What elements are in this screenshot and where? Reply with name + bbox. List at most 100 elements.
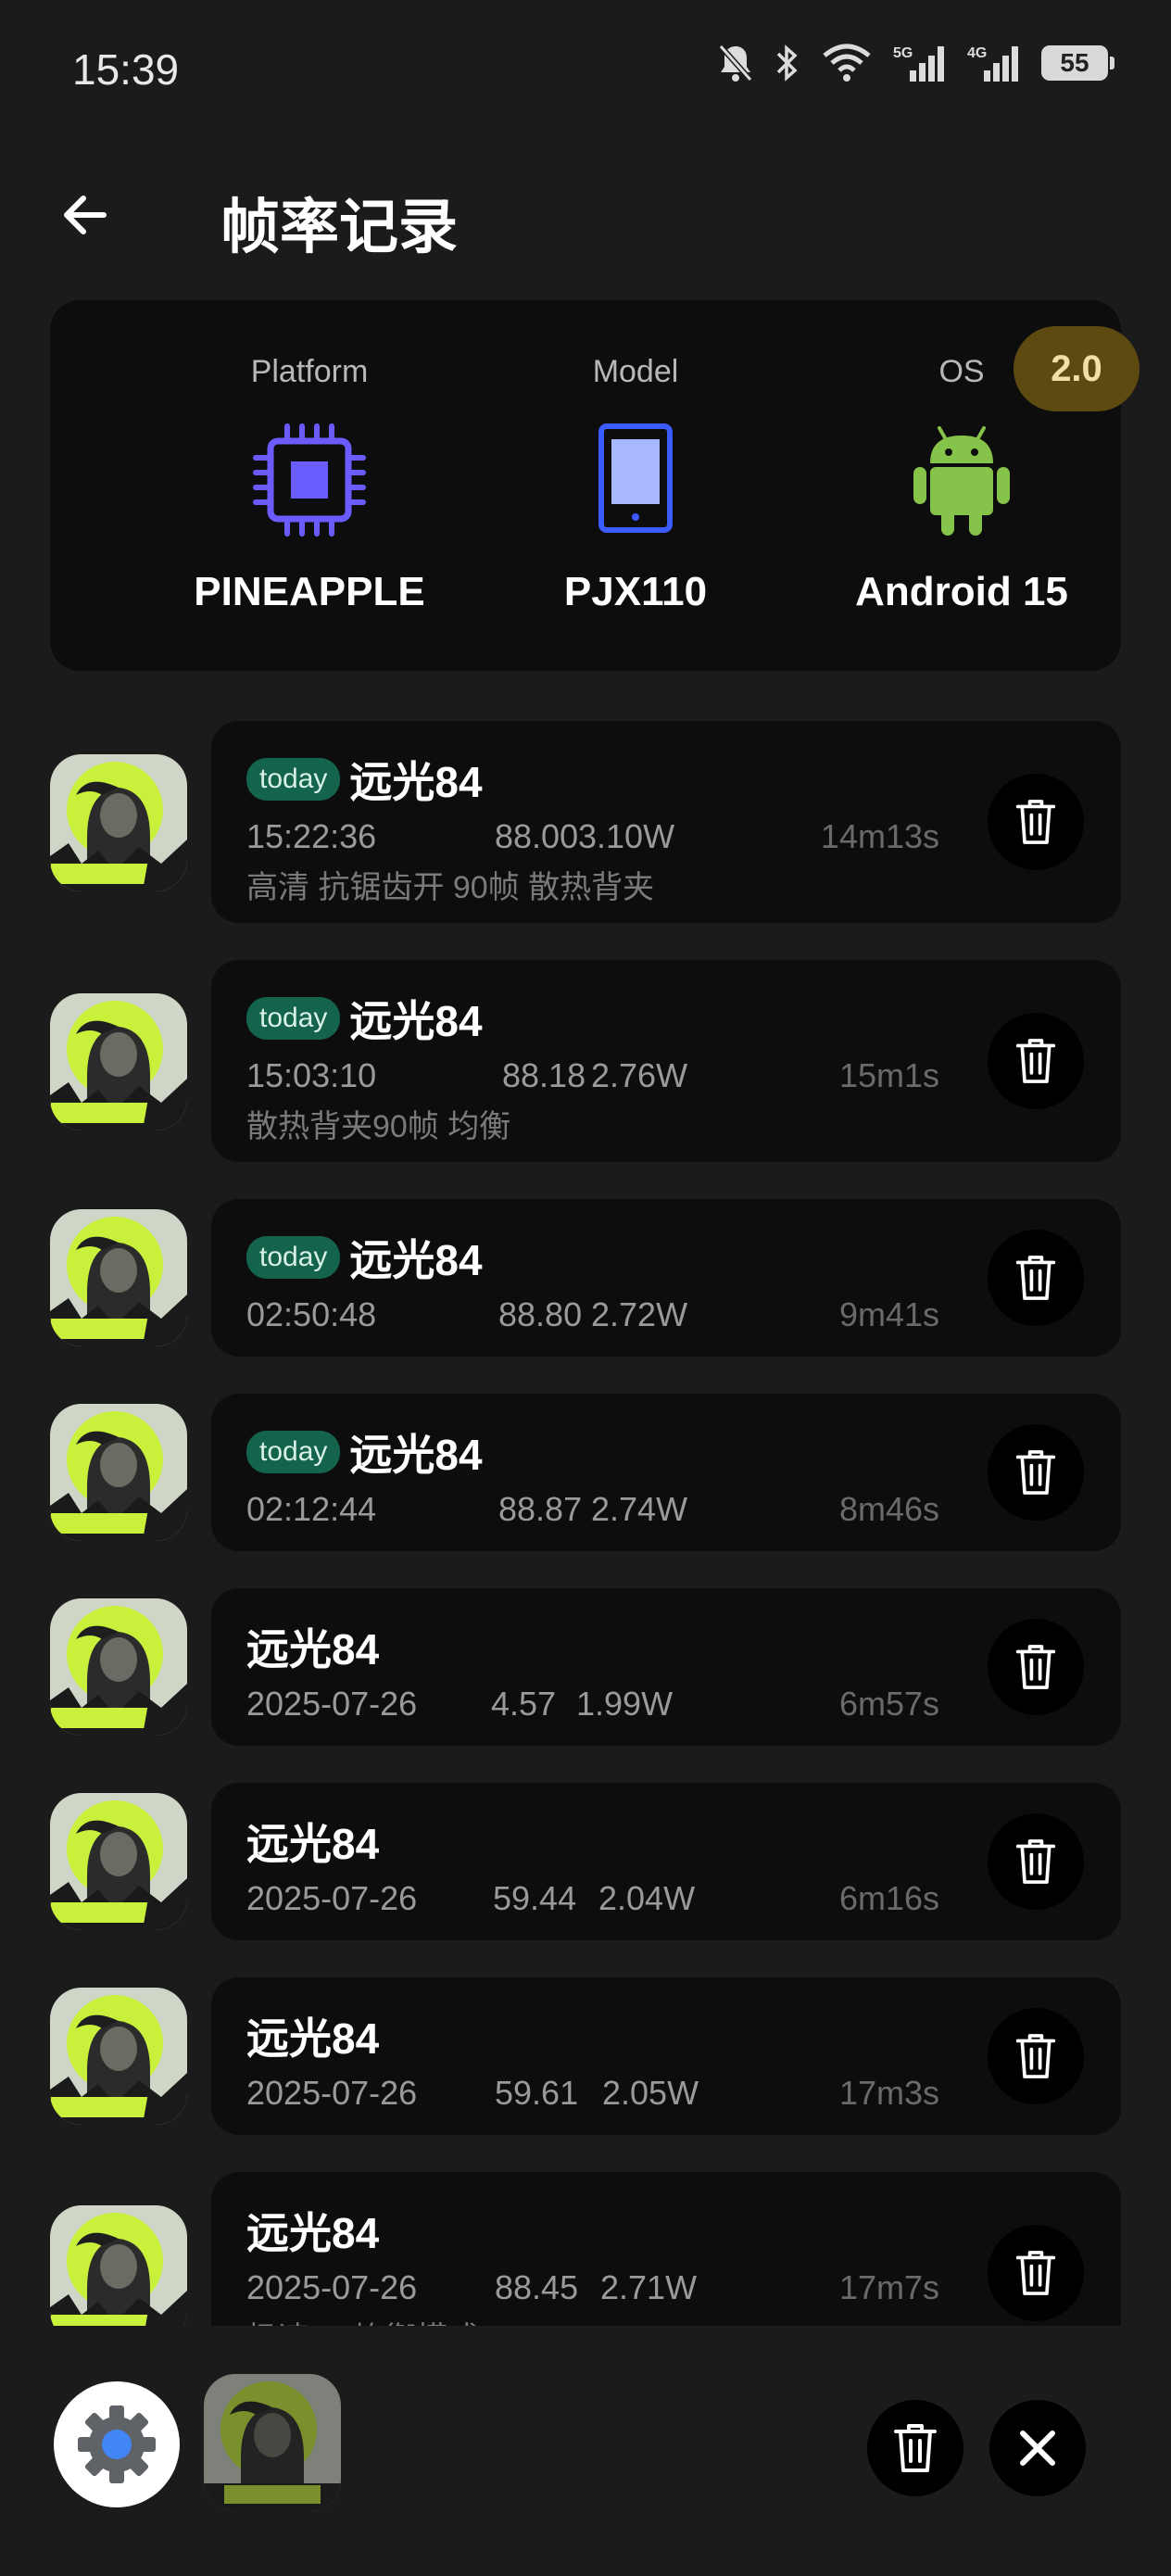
- game-character-icon: [50, 1404, 187, 1541]
- bottom-bar: [0, 2326, 1171, 2576]
- game-character-icon: [50, 993, 187, 1130]
- game-character-icon: [204, 2374, 341, 2511]
- status-time: 15:39: [72, 45, 180, 94]
- record-card[interactable]: today 远光84 15:22:36 88.00 3.10W 14m13s 高清 抗锯齿开…: [211, 721, 1121, 923]
- wifi-icon: [821, 43, 873, 83]
- mute-bell-icon: [717, 43, 754, 83]
- platform-label: Platform: [250, 354, 369, 389]
- record-power: 2.04W: [598, 1879, 696, 1917]
- record-card[interactable]: 远光84 2025-07-26 4.57 1.99W 6m57s: [211, 1588, 1121, 1746]
- record-power: 2.72W: [591, 1295, 688, 1333]
- record-row[interactable]: today 远光84 15:03:10 88.18 2.76W 15m1s 散热背夹90帧 …: [0, 960, 1171, 1162]
- today-badge: today: [246, 758, 341, 801]
- trash-icon: [1015, 1039, 1056, 1083]
- trash-icon: [1015, 1645, 1056, 1689]
- record-time: 2025-07-26: [246, 1685, 418, 1723]
- record-duration: 17m3s: [838, 2074, 939, 2112]
- record-row[interactable]: 远光84 2025-07-26 59.44 2.04W 6m16s: [0, 1783, 1171, 1940]
- delete-record-button[interactable]: [988, 1424, 1084, 1521]
- signal-4g-icon: 4G: [967, 43, 1021, 83]
- record-fps: 88.80: [498, 1295, 583, 1333]
- record-duration: 8m46s: [838, 1490, 939, 1528]
- delete-record-button[interactable]: [988, 2008, 1084, 2104]
- record-time: 02:12:44: [246, 1490, 377, 1528]
- gear-icon: [78, 2406, 156, 2483]
- record-fps: 88.18: [502, 1056, 586, 1094]
- game-app-icon[interactable]: [204, 2374, 341, 2511]
- settings-button[interactable]: [54, 2381, 180, 2507]
- record-row[interactable]: 远光84 2025-07-26 59.61 2.05W 17m3s: [0, 1977, 1171, 2135]
- os-value: Android 15: [855, 569, 1068, 614]
- record-fps: 59.61: [495, 2074, 579, 2112]
- record-power: 2.76W: [591, 1056, 688, 1094]
- game-name: 远光84: [246, 1625, 380, 1673]
- trash-icon: [1015, 2251, 1056, 2295]
- trash-icon: [1015, 1256, 1056, 1300]
- record-title: today 远光84: [246, 749, 483, 810]
- trash-icon: [1015, 1450, 1056, 1495]
- phone-icon: [576, 421, 695, 544]
- game-app-icon: [50, 1209, 187, 1346]
- game-app-icon: [50, 993, 187, 1130]
- signal-4g-label: 4G: [967, 45, 987, 61]
- record-time: 02:50:48: [246, 1295, 377, 1333]
- model-value: PJX110: [563, 569, 708, 614]
- delete-record-button[interactable]: [988, 1619, 1084, 1715]
- record-row[interactable]: today 远光84 15:22:36 88.00 3.10W 14m13s 高清 抗锯齿开…: [0, 721, 1171, 923]
- record-card[interactable]: 远光84 2025-07-26 59.44 2.04W 6m16s: [211, 1783, 1121, 1940]
- record-list[interactable]: today 远光84 15:22:36 88.00 3.10W 14m13s 高清 抗锯齿开…: [0, 721, 1171, 2326]
- record-title: today 远光84: [246, 1227, 483, 1288]
- record-fps: 88.00: [495, 817, 579, 855]
- record-card[interactable]: today 远光84 02:12:44 88.87 2.74W 8m46s: [211, 1394, 1121, 1551]
- delete-all-button[interactable]: [867, 2400, 963, 2496]
- record-note: 散热背夹90帧 均衡: [246, 1109, 511, 1144]
- record-time: 2025-07-26: [246, 2268, 418, 2306]
- record-duration: 9m41s: [838, 1295, 939, 1333]
- record-card[interactable]: today 远光84 15:03:10 88.18 2.76W 15m1s 散热背夹90帧 …: [211, 960, 1121, 1162]
- record-title: 远光84: [246, 2200, 379, 2261]
- record-card[interactable]: today 远光84 02:50:48 88.80 2.72W 9m41s: [211, 1199, 1121, 1357]
- game-name: 远光84: [246, 1820, 380, 1868]
- close-button[interactable]: [989, 2400, 1086, 2496]
- delete-record-button[interactable]: [988, 1813, 1084, 1910]
- trash-icon: [1015, 800, 1056, 844]
- device-info-card: Platform PINEAPPLE Model PJX110 OS Andro…: [50, 300, 1121, 671]
- delete-record-button[interactable]: [988, 1013, 1084, 1109]
- record-row[interactable]: today 远光84 02:50:48 88.80 2.72W 9m41s: [0, 1199, 1171, 1357]
- record-time: 15:22:36: [246, 817, 377, 855]
- record-time: 15:03:10: [246, 1056, 377, 1094]
- game-character-icon: [50, 754, 187, 891]
- model-label: Model: [592, 354, 679, 389]
- record-title: 远光84: [246, 1811, 379, 1872]
- record-note: 高清 抗锯齿开 90帧 散热背夹: [246, 870, 655, 905]
- game-name: 远光84: [349, 1431, 483, 1479]
- game-character-icon: [50, 1598, 187, 1736]
- record-power: 3.10W: [578, 817, 675, 855]
- record-row[interactable]: 远光84 2025-07-26 88.45 2.71W 17m7s 极速90 均衡模式: [0, 2172, 1171, 2326]
- record-card[interactable]: 远光84 2025-07-26 59.61 2.05W 17m3s: [211, 1977, 1121, 2135]
- game-character-icon: [50, 1988, 187, 2125]
- record-fps: 88.87: [498, 1490, 583, 1528]
- signal-5g-label: 5G: [893, 45, 913, 61]
- status-icons: 5G 4G 55: [717, 43, 1114, 83]
- status-bar: 15:39 5G 4G 55: [0, 0, 1171, 139]
- record-card[interactable]: 远光84 2025-07-26 88.45 2.71W 17m7s 极速90 均衡模式: [211, 2172, 1121, 2326]
- record-duration: 14m13s: [820, 817, 939, 855]
- record-duration: 6m16s: [838, 1879, 939, 1917]
- back-button[interactable]: [48, 178, 122, 252]
- platform-value: PINEAPPLE: [194, 569, 425, 614]
- record-power: 2.71W: [600, 2268, 698, 2306]
- delete-record-button[interactable]: [988, 1230, 1084, 1326]
- battery-icon: 55: [1041, 45, 1114, 81]
- delete-record-button[interactable]: [988, 2225, 1084, 2321]
- game-app-icon: [50, 2205, 187, 2326]
- today-badge: today: [246, 997, 341, 1040]
- record-time: 2025-07-26: [246, 1879, 418, 1917]
- game-character-icon: [50, 2205, 187, 2326]
- delete-record-button[interactable]: [988, 774, 1084, 870]
- signal-5g-icon: 5G: [893, 43, 947, 83]
- record-row[interactable]: today 远光84 02:12:44 88.87 2.74W 8m46s: [0, 1394, 1171, 1551]
- record-title: today 远光84: [246, 988, 483, 1049]
- version-badge[interactable]: 2.0: [1014, 326, 1140, 411]
- record-row[interactable]: 远光84 2025-07-26 4.57 1.99W 6m57s: [0, 1588, 1171, 1746]
